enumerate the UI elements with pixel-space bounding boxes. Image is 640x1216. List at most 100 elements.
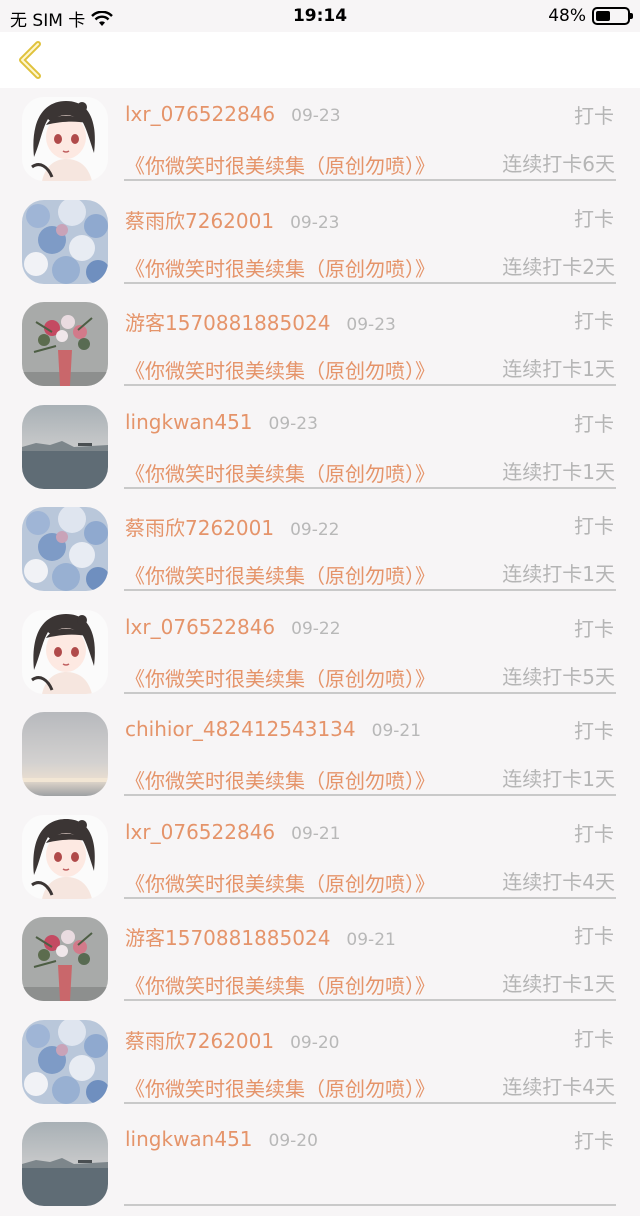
checkin-label: 打卡	[574, 719, 614, 743]
username-text: 蔡雨欣7262001	[125, 516, 275, 540]
back-button[interactable]	[12, 38, 52, 82]
username-text: 游客1570881885024	[125, 926, 331, 950]
checkin-list[interactable]: lxr_076522846 09-23 打卡 《你微笑时很美续集（原创勿喷）》 连…	[0, 88, 640, 1216]
article-title-link[interactable]: 《你微笑时很美续集（原创勿喷）》	[125, 970, 435, 999]
checkin-label: 打卡	[574, 1129, 614, 1153]
checkin-label: 打卡	[574, 104, 614, 128]
username[interactable]: lxr_076522846 09-21	[125, 820, 341, 844]
checkin-row[interactable]: lxr_076522846 09-23 打卡 《你微笑时很美续集（原创勿喷）》 连…	[0, 88, 640, 191]
avatar[interactable]	[22, 199, 108, 284]
avatar[interactable]	[22, 917, 108, 1001]
username-text: lxr_076522846	[125, 102, 276, 126]
navigation-bar	[0, 32, 640, 88]
username[interactable]: lingkwan451 09-23	[125, 410, 318, 434]
avatar[interactable]	[22, 1122, 108, 1206]
checkin-date: 09-23	[290, 212, 340, 233]
checkin-row[interactable]: 蔡雨欣7262001 09-20 打卡 《你微笑时很美续集（原创勿喷）》 连续打卡…	[0, 1011, 640, 1114]
checkin-date: 09-21	[291, 823, 341, 844]
article-title-link[interactable]: 《你微笑时很美续集（原创勿喷）》	[125, 663, 435, 692]
clock: 19:14	[292, 6, 348, 26]
checkin-date: 09-21	[371, 721, 422, 741]
streak-count: 连续打卡2天	[502, 254, 615, 279]
streak-count: 连续打卡1天	[502, 459, 615, 484]
checkin-date: 09-22	[291, 618, 341, 639]
battery-group: 48%	[548, 6, 633, 26]
avatar[interactable]	[22, 507, 108, 591]
streak-count: 连续打卡5天	[502, 664, 615, 689]
row-divider	[124, 691, 616, 694]
row-divider	[124, 384, 616, 386]
streak-count: 连续打卡4天	[502, 1074, 615, 1099]
checkin-row[interactable]: lxr_076522846 09-22 打卡 《你微笑时很美续集（原创勿喷）》 连…	[0, 601, 640, 704]
avatar[interactable]	[22, 814, 108, 899]
username[interactable]: chihior_482412543134 09-21	[125, 717, 421, 741]
username-text: 游客1570881885024	[125, 311, 331, 335]
username[interactable]: 蔡雨欣7262001 09-23	[125, 205, 339, 234]
streak-count: 连续打卡1天	[502, 562, 615, 586]
row-divider	[124, 179, 616, 181]
username[interactable]: lxr_076522846 09-23	[125, 102, 341, 126]
article-title-link[interactable]: 《你微笑时很美续集（原创勿喷）》	[125, 458, 435, 487]
username[interactable]: 蔡雨欣7262001 09-22	[125, 512, 339, 541]
username-text: lxr_076522846	[125, 614, 276, 639]
row-divider	[124, 999, 616, 1001]
checkin-label: 打卡	[574, 1026, 614, 1051]
username[interactable]: 游客1570881885024 09-21	[125, 922, 396, 951]
checkin-label: 打卡	[574, 411, 614, 436]
checkin-row[interactable]: 游客1570881885024 09-21 打卡 《你微笑时很美续集（原创勿喷）》…	[0, 908, 640, 1011]
checkin-row[interactable]: lingkwan451 09-23 打卡 《你微笑时很美续集（原创勿喷）》 连续打…	[0, 396, 640, 499]
streak-count: 连续打卡1天	[502, 972, 615, 996]
username-text: 蔡雨欣7262001	[125, 1028, 275, 1053]
article-title-link[interactable]: 《你微笑时很美续集（原创勿喷）》	[125, 253, 435, 282]
avatar[interactable]	[22, 1019, 108, 1104]
checkin-row[interactable]: 蔡雨欣7262001 09-22 打卡 《你微笑时很美续集（原创勿喷）》 连续打卡…	[0, 498, 640, 601]
checkin-label: 打卡	[574, 206, 614, 231]
checkin-date: 09-20	[268, 1131, 318, 1151]
avatar[interactable]	[22, 97, 108, 181]
checkin-date: 09-23	[346, 315, 396, 335]
checkin-row[interactable]: lingkwan451 09-20 打卡	[0, 1113, 640, 1216]
username[interactable]: lxr_076522846 09-22	[125, 615, 341, 639]
streak-count: 连续打卡1天	[502, 357, 615, 381]
checkin-label: 打卡	[574, 309, 614, 333]
avatar[interactable]	[22, 609, 108, 694]
checkin-date: 09-21	[346, 930, 396, 950]
checkin-label: 打卡	[574, 514, 614, 538]
username-text: chihior_482412543134	[125, 717, 356, 741]
row-divider	[124, 486, 616, 489]
row-divider	[124, 794, 616, 796]
article-title-link[interactable]: 《你微笑时很美续集（原创勿喷）》	[125, 868, 435, 897]
checkin-date: 09-23	[291, 106, 341, 126]
row-divider	[124, 896, 616, 899]
streak-count: 连续打卡1天	[502, 767, 615, 791]
checkin-label: 打卡	[574, 616, 614, 641]
checkin-row[interactable]: 游客1570881885024 09-23 打卡 《你微笑时很美续集（原创勿喷）》…	[0, 293, 640, 396]
battery-icon	[592, 7, 633, 25]
username-text: lxr_076522846	[125, 819, 276, 844]
row-divider	[124, 281, 616, 284]
username-text: lingkwan451	[125, 409, 253, 434]
status-bar: 无 SIM 卡 19:14 48%	[0, 0, 640, 32]
avatar[interactable]	[22, 404, 108, 489]
article-title-link[interactable]: 《你微笑时很美续集（原创勿喷）》	[125, 150, 435, 179]
username[interactable]: lingkwan451 09-20	[125, 1127, 318, 1151]
battery-level-fill	[596, 11, 611, 21]
username[interactable]: 游客1570881885024 09-23	[125, 307, 396, 336]
checkin-date: 09-23	[268, 413, 318, 434]
username[interactable]: 蔡雨欣7262001 09-20	[125, 1025, 339, 1054]
avatar[interactable]	[22, 712, 108, 796]
streak-count: 连续打卡6天	[502, 152, 615, 176]
checkin-row[interactable]: chihior_482412543134 09-21 打卡 《你微笑时很美续集（原…	[0, 703, 640, 806]
row-divider	[124, 1204, 616, 1206]
article-title-link[interactable]: 《你微笑时很美续集（原创勿喷）》	[125, 765, 435, 794]
username-text: 蔡雨欣7262001	[125, 208, 275, 233]
avatar[interactable]	[22, 302, 108, 386]
article-title-link[interactable]: 《你微笑时很美续集（原创勿喷）》	[125, 560, 435, 589]
chevron-left-icon	[19, 41, 41, 79]
checkin-date: 09-22	[290, 520, 340, 540]
battery-percent: 48%	[548, 6, 586, 26]
article-title-link[interactable]: 《你微笑时很美续集（原创勿喷）》	[125, 355, 435, 384]
checkin-row[interactable]: 蔡雨欣7262001 09-23 打卡 《你微笑时很美续集（原创勿喷）》 连续打卡…	[0, 191, 640, 294]
article-title-link[interactable]: 《你微笑时很美续集（原创勿喷）》	[125, 1073, 435, 1102]
checkin-row[interactable]: lxr_076522846 09-21 打卡 《你微笑时很美续集（原创勿喷）》 连…	[0, 806, 640, 909]
